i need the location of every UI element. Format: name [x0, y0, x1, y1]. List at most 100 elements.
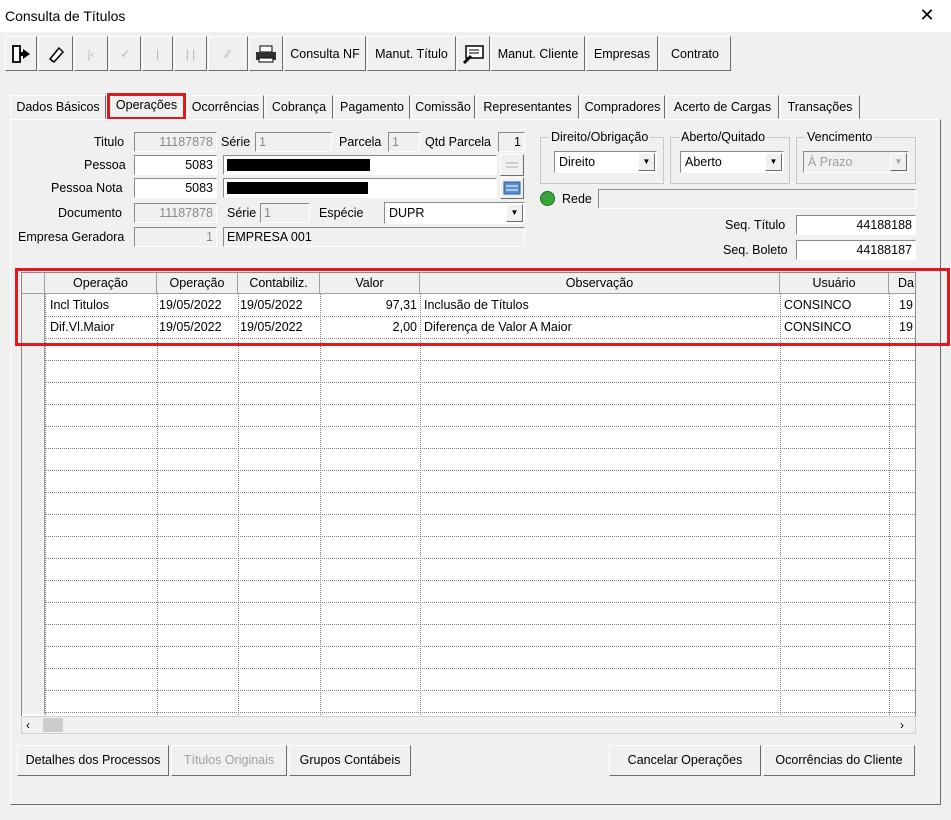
seq-boleto-label: Seq. Boleto: [723, 243, 788, 257]
documento-field[interactable]: 11187878: [134, 203, 217, 223]
titulos-originais-button[interactable]: Títulos Originais: [171, 745, 287, 776]
grid-row-line: [22, 514, 915, 515]
eraser-icon: [48, 46, 64, 63]
printer-icon: [256, 45, 276, 62]
grupos-contabeis-button[interactable]: Grupos Contábeis: [289, 745, 411, 776]
especie-select[interactable]: DUPR ▼: [384, 202, 525, 224]
empresas-button[interactable]: Empresas: [586, 36, 658, 71]
ocorrencias-cliente-button[interactable]: Ocorrências do Cliente: [763, 745, 915, 776]
clear-button[interactable]: [38, 36, 73, 71]
titulo-field[interactable]: 11187878: [134, 132, 217, 152]
empresa-geradora-label: Empresa Geradora: [18, 230, 125, 244]
rede-field[interactable]: [598, 189, 916, 209]
pessoa-nota-lookup-button[interactable]: [500, 177, 524, 199]
titulo-label: Titulo: [94, 135, 125, 149]
redacted-bar: [227, 182, 368, 194]
tab-pagamento[interactable]: Pagamento: [334, 95, 410, 119]
contrato-button[interactable]: Contrato: [659, 36, 731, 71]
chevron-down-icon: ▼: [638, 153, 655, 171]
cancelar-operacoes-button[interactable]: Cancelar Operações: [609, 745, 761, 776]
chevron-down-icon: ▼: [890, 153, 907, 171]
direito-obrigacao-caption: Direito/Obrigação: [549, 130, 651, 144]
redacted-bar: [227, 159, 370, 171]
grid-row-line: [22, 404, 915, 405]
list-icon: [506, 162, 518, 168]
seq-titulo-field[interactable]: 44188188: [796, 215, 916, 235]
exit-door-icon: [12, 44, 30, 63]
serie2-field[interactable]: 1: [260, 203, 310, 223]
tab-transacoes[interactable]: Transações: [780, 95, 860, 119]
close-icon[interactable]: ✕: [916, 4, 938, 26]
edit-screen-button[interactable]: [457, 36, 490, 71]
rede-status-icon: [540, 191, 555, 206]
grid-row-line: [22, 580, 915, 581]
tab-operacoes[interactable]: Operações: [107, 93, 186, 120]
tab-compradores[interactable]: Compradores: [580, 95, 665, 119]
pessoa-nota-name-field[interactable]: [223, 178, 497, 198]
tab-cobranca[interactable]: Cobrança: [265, 95, 333, 119]
tab-representantes[interactable]: Representantes: [476, 95, 579, 119]
pessoa-label: Pessoa: [84, 158, 126, 172]
horizontal-scrollbar[interactable]: ‹ ›: [21, 716, 916, 734]
vencimento-value: À Prazo: [808, 155, 853, 169]
tab-dados-basicos[interactable]: Dados Básicos: [10, 95, 106, 119]
first-record-button[interactable]: |‹: [74, 36, 108, 71]
scroll-thumb[interactable]: [43, 718, 63, 732]
confirm-button[interactable]: ✓: [109, 36, 141, 71]
grid-row-line: [22, 690, 915, 691]
seq-boleto-field[interactable]: 44188187: [796, 240, 916, 260]
aberto-value: Aberto: [685, 155, 722, 169]
pessoa-nota-field[interactable]: 5083: [134, 178, 217, 198]
tab-acerto-de-cargas[interactable]: Acerto de Cargas: [666, 95, 779, 119]
grid-row-line: [22, 646, 915, 647]
direito-select[interactable]: Direito ▼: [554, 151, 657, 173]
especie-label: Espécie: [319, 206, 364, 220]
tab-ocorrencias[interactable]: Ocorrências: [187, 95, 264, 119]
scroll-right-icon[interactable]: ›: [900, 718, 904, 732]
aberto-select[interactable]: Aberto ▼: [680, 151, 784, 173]
grid-row-line: [22, 360, 915, 361]
pessoa-field[interactable]: 5083: [134, 155, 217, 175]
columns-button[interactable]: | |: [174, 36, 207, 71]
row-indicator-column: [22, 294, 45, 714]
consulta-nf-button[interactable]: Consulta NF: [284, 36, 366, 71]
manut-titulo-button[interactable]: Manut. Título: [367, 36, 456, 71]
pessoa-name-field[interactable]: [223, 155, 497, 175]
manut-cliente-button[interactable]: Manut. Cliente: [491, 36, 585, 71]
grid-row-line: [22, 712, 915, 713]
parcela-field[interactable]: 1: [388, 132, 420, 152]
exit-button[interactable]: [5, 36, 37, 71]
title-bar: Consulta de Títulos ✕: [0, 0, 951, 32]
tab-comissao[interactable]: Comissão: [411, 95, 475, 119]
vencimento-select[interactable]: À Prazo ▼: [803, 151, 909, 173]
qtd-parcela-field[interactable]: 1: [498, 132, 525, 152]
rows-highlight: [15, 268, 950, 346]
filter-button[interactable]: ⁄⁄: [208, 36, 248, 71]
detalhes-processos-button[interactable]: Detalhes dos Processos: [17, 745, 169, 776]
grid-row-line: [22, 382, 915, 383]
qtd-parcela-label: Qtd Parcela: [425, 135, 492, 149]
grid-row-line: [22, 558, 915, 559]
pessoa-lookup-button[interactable]: [500, 154, 524, 176]
serie2-label: Série: [227, 206, 257, 220]
grid-row-line: [22, 492, 915, 493]
pessoa-nota-label: Pessoa Nota: [51, 181, 123, 195]
vencimento-caption: Vencimento: [805, 130, 875, 144]
documento-label: Documento: [58, 206, 122, 220]
rede-label: Rede: [562, 192, 592, 206]
print-button[interactable]: [249, 36, 283, 71]
serie-label: Série: [221, 135, 251, 149]
chevron-down-icon: ▼: [765, 153, 782, 171]
chevron-down-icon: ▼: [506, 204, 523, 222]
grid-row-line: [22, 624, 915, 625]
serie-field[interactable]: 1: [255, 132, 332, 152]
empresa-nome-field[interactable]: EMPRESA 001: [223, 227, 525, 247]
scroll-left-icon[interactable]: ‹: [26, 718, 30, 732]
last-record-button[interactable]: |: [142, 36, 173, 71]
direito-value: Direito: [559, 155, 596, 169]
check-icon: ✓: [119, 46, 131, 61]
list-icon: [503, 181, 521, 195]
aberto-quitado-caption: Aberto/Quitado: [679, 130, 768, 144]
grid-row-line: [22, 668, 915, 669]
empresa-num-field[interactable]: 1: [134, 227, 217, 247]
